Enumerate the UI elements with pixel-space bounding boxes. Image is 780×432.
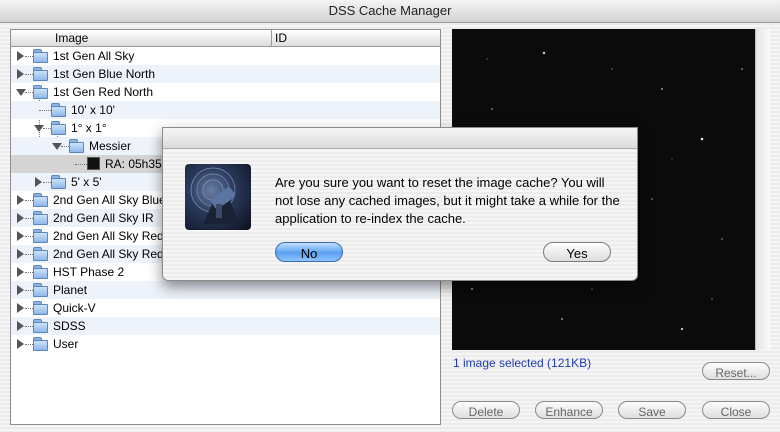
- disclosure-triangle-icon[interactable]: [17, 339, 24, 349]
- tree-row-label: SDSS: [53, 319, 86, 333]
- tree-row-label: 1° x 1°: [71, 121, 107, 135]
- folder-icon: [33, 319, 48, 333]
- tree-row-label: User: [53, 337, 79, 351]
- selection-status: 1 image selected (121KB): [453, 356, 592, 370]
- tree-connector: [25, 56, 33, 57]
- tree-row[interactable]: Quick-V: [11, 299, 440, 317]
- tree-row-label: 2nd Gen All Sky Red: [53, 229, 164, 243]
- disclosure-triangle-icon[interactable]: [17, 249, 24, 259]
- preview-scrollbar[interactable]: [755, 29, 770, 350]
- folder-icon: [69, 139, 84, 153]
- telescope-icon: [190, 167, 239, 224]
- tree-row[interactable]: SDSS: [11, 317, 440, 335]
- tree-connector: [25, 236, 33, 237]
- tree-row-label: 2nd Gen All Sky Blue: [53, 193, 166, 207]
- disclosure-triangle-icon[interactable]: [17, 69, 24, 79]
- dialog-message: Are you sure you want to reset the image…: [275, 175, 620, 226]
- reset-button[interactable]: Reset...: [702, 362, 770, 380]
- tree-row[interactable]: User: [11, 335, 440, 353]
- disclosure-triangle-icon[interactable]: [17, 213, 24, 223]
- tree-row-label: 2nd Gen All Sky IR: [53, 211, 154, 225]
- folder-icon: [33, 67, 48, 81]
- folder-icon: [51, 175, 66, 189]
- folder-icon: [33, 283, 48, 297]
- tree-row-label: HST Phase 2: [53, 265, 125, 279]
- folder-icon: [33, 229, 48, 243]
- tree-row[interactable]: 1st Gen Blue North: [11, 65, 440, 83]
- folder-icon: [33, 211, 48, 225]
- tree-row-label: RA: 05h35: [105, 157, 162, 171]
- tree-connector: [25, 326, 33, 327]
- tree-row[interactable]: 10' x 10': [11, 101, 440, 119]
- disclosure-triangle-icon[interactable]: [17, 285, 24, 295]
- disclosure-triangle-icon[interactable]: [17, 303, 24, 313]
- tree-connector: [61, 146, 69, 147]
- tree-row-label: Planet: [53, 283, 88, 297]
- reset-cache-dialog: Are you sure you want to reset the image…: [162, 127, 638, 281]
- window-title: DSS Cache Manager: [0, 0, 780, 23]
- tree-row-label: 5' x 5': [71, 175, 102, 189]
- tree-connector: [75, 164, 87, 165]
- no-button[interactable]: No: [275, 242, 343, 262]
- tree-row-label: 1st Gen All Sky: [53, 49, 135, 63]
- tree-connector: [39, 110, 51, 111]
- column-header-id[interactable]: ID: [275, 31, 287, 45]
- tree-row-label: Quick-V: [53, 301, 96, 315]
- tree-row-label: 2nd Gen All Sky Red-: [53, 247, 168, 261]
- disclosure-triangle-icon[interactable]: [17, 267, 24, 277]
- tree-connector: [25, 218, 33, 219]
- yes-button[interactable]: Yes: [543, 242, 611, 262]
- close-button[interactable]: Close: [702, 401, 770, 419]
- telescope-app-icon: [185, 164, 251, 230]
- disclosure-triangle-icon[interactable]: [17, 231, 24, 241]
- tree-connector: [25, 92, 33, 93]
- dialog-top-edge: [163, 128, 637, 149]
- folder-icon: [51, 121, 66, 135]
- disclosure-triangle-icon[interactable]: [17, 51, 24, 61]
- folder-icon: [33, 301, 48, 315]
- tree-header: Image ID: [11, 30, 440, 47]
- folder-icon: [33, 85, 48, 99]
- disclosure-triangle-icon[interactable]: [17, 195, 24, 205]
- tree-row-label: 1st Gen Blue North: [53, 67, 156, 81]
- tree-connector: [25, 254, 33, 255]
- enhance-button[interactable]: Enhance: [535, 401, 603, 419]
- column-divider[interactable]: [271, 30, 272, 46]
- folder-icon: [51, 103, 66, 117]
- tree-row-label: Messier: [89, 139, 132, 153]
- folder-icon: [33, 247, 48, 261]
- tree-connector: [25, 74, 33, 75]
- folder-icon: [33, 265, 48, 279]
- tree-connector: [43, 182, 51, 183]
- tree-row-label: 10' x 10': [71, 103, 115, 117]
- tree-row[interactable]: Planet: [11, 281, 440, 299]
- disclosure-triangle-icon[interactable]: [17, 321, 24, 331]
- save-button[interactable]: Save: [618, 401, 686, 419]
- star-field-thumbnail-icon: [87, 157, 100, 170]
- folder-icon: [33, 49, 48, 63]
- tree-row[interactable]: 1st Gen All Sky: [11, 47, 440, 65]
- tree-connector: [25, 308, 33, 309]
- folder-icon: [33, 337, 48, 351]
- tree-connector: [25, 344, 33, 345]
- tree-connector: [25, 200, 33, 201]
- delete-button[interactable]: Delete: [452, 401, 520, 419]
- disclosure-triangle-icon[interactable]: [35, 177, 42, 187]
- tree-connector: [25, 290, 33, 291]
- tree-connector: [25, 272, 33, 273]
- column-header-image[interactable]: Image: [55, 31, 88, 45]
- tree-connector: [43, 128, 51, 129]
- folder-icon: [33, 193, 48, 207]
- tree-row-label: 1st Gen Red North: [53, 85, 154, 99]
- tree-row[interactable]: 1st Gen Red North: [11, 83, 440, 101]
